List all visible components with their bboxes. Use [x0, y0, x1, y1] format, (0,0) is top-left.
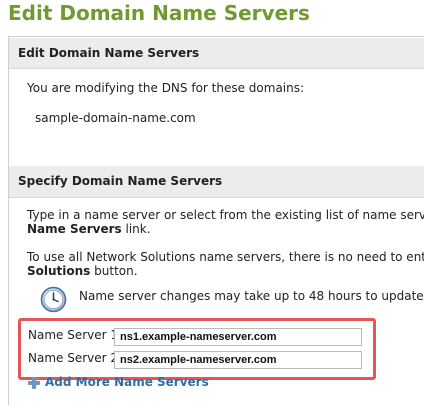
network-solutions-button-text: Solutions: [27, 264, 91, 278]
clock-icon: [40, 286, 67, 313]
ns-all-line-1: To use all Network Solutions name server…: [27, 250, 424, 264]
section-header-specify: Specify Domain Name Servers: [9, 166, 424, 198]
name-server-2-label: Name Server 2:: [28, 351, 123, 365]
name-server-1-input[interactable]: [114, 328, 362, 346]
section-header-edit: Edit Domain Name Servers: [9, 37, 424, 69]
section-header-specify-label: Specify Domain Name Servers: [18, 174, 223, 188]
name-server-2-input[interactable]: [114, 351, 362, 369]
propagation-notice: Name server changes may take up to 48 ho…: [79, 289, 424, 303]
page: Edit Domain Name Servers Edit Domain Nam…: [0, 0, 424, 405]
section-header-edit-label: Edit Domain Name Servers: [18, 46, 200, 60]
add-more-label: Add More Name Servers: [45, 374, 209, 389]
plus-icon: [27, 375, 41, 389]
page-title: Edit Domain Name Servers: [8, 1, 310, 25]
instruction-line-2: Name Servers link.: [27, 222, 151, 236]
add-more-name-servers-link[interactable]: Add More Name Servers: [27, 371, 209, 389]
ns-all-line-2: Solutions button.: [27, 264, 138, 278]
instruction-line-2-rest: link.: [121, 222, 151, 236]
instruction-line-1: Type in a name server or select from the…: [27, 208, 424, 222]
domain-name-text: sample-domain-name.com: [35, 111, 196, 125]
dns-intro-text: You are modifying the DNS for these doma…: [27, 81, 305, 95]
ns-all-line-2-rest: button.: [90, 264, 138, 278]
name-servers-link-text[interactable]: Name Servers: [27, 222, 122, 236]
name-server-1-label: Name Server 1:: [28, 328, 123, 342]
